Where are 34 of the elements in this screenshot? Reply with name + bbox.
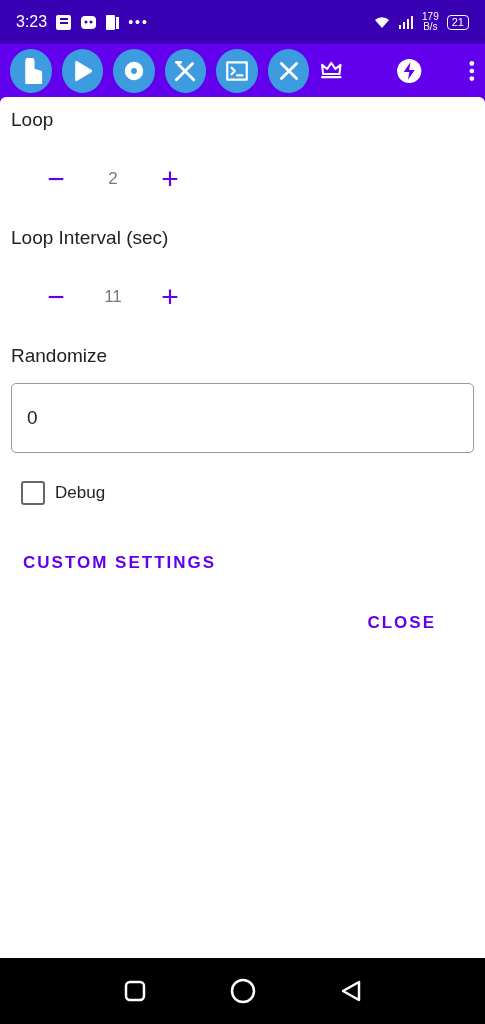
close-button[interactable]	[267, 48, 310, 93]
close-dialog-button[interactable]: CLOSE	[355, 605, 448, 641]
decrement-button[interactable]: −	[33, 164, 79, 194]
input-field[interactable]: 0	[11, 383, 474, 453]
increment-button[interactable]: +	[147, 164, 193, 194]
battery-level: 21	[446, 14, 469, 30]
field-label: Loop	[11, 109, 55, 131]
home-icon[interactable]	[229, 978, 256, 1004]
field-label: Loop Interval (sec)	[11, 227, 170, 249]
checkbox-label: Debug	[55, 483, 106, 503]
notification-icon	[55, 13, 73, 31]
lightning-icon[interactable]	[396, 56, 423, 85]
play-button[interactable]	[61, 48, 104, 93]
touch-button[interactable]	[10, 48, 52, 93]
custom-settings-button[interactable]: CUSTOM SETTINGS	[11, 545, 229, 581]
field-label: Randomize	[11, 345, 109, 367]
stepper-value: 11	[103, 287, 123, 307]
checkbox[interactable]	[21, 481, 45, 505]
back-icon[interactable]	[339, 980, 362, 1002]
decrement-button[interactable]: −	[33, 282, 79, 312]
increment-button[interactable]: +	[147, 282, 193, 312]
gamepad-icon	[80, 13, 98, 31]
recent-apps-icon[interactable]	[123, 980, 146, 1002]
wifi-icon	[374, 15, 391, 29]
document-icon	[105, 13, 121, 31]
network-speed: 179 B/s	[422, 12, 439, 32]
settings-button[interactable]	[113, 48, 155, 93]
terminal-button[interactable]	[216, 48, 258, 93]
more-notifications: •••	[128, 14, 149, 30]
clock-time: 3:23	[16, 13, 48, 31]
overflow-menu-icon[interactable]	[469, 58, 476, 83]
signal-icon	[398, 15, 415, 29]
stepper-value: 2	[107, 169, 119, 189]
tools-button[interactable]	[164, 48, 207, 93]
